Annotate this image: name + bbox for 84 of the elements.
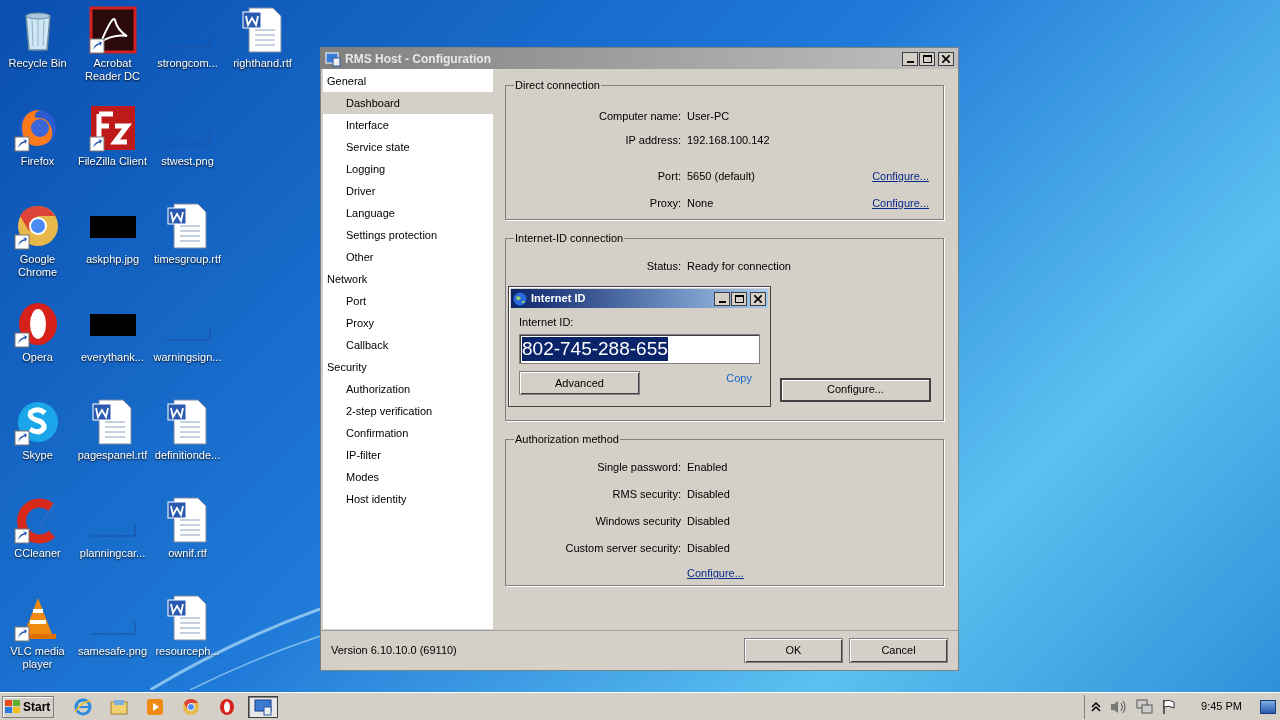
close-button[interactable] [938, 51, 954, 66]
group-title: Authorization method [514, 432, 620, 447]
maximize-button[interactable] [731, 291, 747, 306]
configure-link[interactable]: Configure... [872, 168, 929, 185]
internet-id-field[interactable]: 802-745-288-655 [519, 334, 760, 364]
close-icon [942, 54, 950, 63]
field-value: Disabled [687, 486, 730, 502]
internet-explorer-icon [74, 697, 92, 716]
desktop-icon-label[interactable]: Recycle Bin [0, 57, 75, 70]
desktop-icon-label[interactable]: CCleaner [0, 547, 75, 560]
desktop-icon-label[interactable]: Firefox [0, 155, 75, 168]
show-hidden-icons-icon[interactable] [1091, 700, 1102, 713]
clock: 9:45 PM [1201, 699, 1242, 715]
desktop-icon-label[interactable]: askphp.jpg [75, 253, 150, 266]
field-value: Disabled [687, 513, 730, 529]
flag-icon[interactable] [1161, 698, 1178, 715]
configure-link[interactable]: Configure... [687, 565, 744, 582]
desktop-icon[interactable] [88, 104, 137, 152]
desktop-icon-label[interactable]: Google Chrome [0, 253, 75, 279]
field-label: Proxy: [648, 196, 681, 212]
window-title: RMS Host - Configuration [345, 50, 491, 68]
start-button[interactable]: Start [2, 695, 54, 718]
field-label: Single password: [596, 459, 681, 475]
group-title: Internet-ID connection [514, 231, 625, 246]
close-icon [754, 294, 762, 303]
desktop-icon-label[interactable]: definitionde... [150, 449, 225, 462]
chrome-icon [182, 697, 200, 716]
desktop-icon-label[interactable]: Skype [0, 449, 75, 462]
field-label: Internet ID: [519, 315, 575, 330]
field-value: 5650 (default) [687, 169, 755, 185]
desktop-icon-label[interactable]: planningcar... [75, 547, 150, 560]
minimize-button[interactable] [714, 291, 730, 306]
field-value: Ready for connection [687, 259, 791, 275]
field-value: Enabled [687, 459, 728, 475]
desktop-icon[interactable] [88, 6, 137, 54]
field-label: Windows security [594, 513, 681, 529]
field-value: Disabled [687, 540, 730, 556]
field-label: RMS security: [611, 486, 681, 502]
show-desktop-button[interactable] [1260, 699, 1276, 714]
field-value: None [687, 196, 714, 212]
desktop-icon-label[interactable]: ownif.rtf [150, 547, 225, 560]
desktop-icon-label[interactable]: FileZilla Client [75, 155, 150, 168]
desktop-icon-label[interactable]: Opera [0, 351, 75, 364]
desktop-icon-label[interactable]: strongcom... [150, 57, 225, 70]
folder-icon [110, 697, 128, 716]
field-label: Status: [645, 259, 681, 275]
network-icon[interactable] [1135, 698, 1154, 715]
desktop-icon-label[interactable]: VLC media player [0, 645, 75, 671]
app-icon [325, 50, 341, 67]
field-label: Computer name: [598, 109, 681, 125]
version-label: Version 6.10.10.0 (69110) [331, 643, 457, 659]
desktop-icon-label[interactable]: righthand.rtf [225, 57, 300, 70]
taskbar-button[interactable] [248, 695, 278, 718]
field-label: Custom server security: [564, 540, 681, 556]
desktop-icon-label[interactable]: resourceph... [150, 645, 225, 658]
desktop-icon-label[interactable]: samesafe.png [75, 645, 150, 658]
desktop-icon-label[interactable]: Acrobat Reader DC [75, 57, 150, 83]
media-player-icon [146, 697, 164, 716]
logo-icon [5, 699, 21, 714]
sidebar-item[interactable]: Dashboard [323, 92, 493, 114]
monitor-icon [254, 697, 272, 716]
desktop-icon-label[interactable]: stwest.png [150, 155, 225, 168]
group-title: Direct connection [514, 78, 601, 93]
field-value: User-PC [687, 109, 730, 125]
minimize-button[interactable] [902, 51, 918, 66]
field-label: IP address: [624, 133, 681, 149]
desktop-icon-label[interactable]: pagespanel.rtf [75, 449, 150, 462]
desktop-icon-label[interactable]: warningsign... [150, 351, 225, 364]
desktop-icon-label[interactable]: everythank... [75, 351, 150, 364]
field-value: 192.168.100.142 [687, 133, 770, 149]
close-button[interactable] [750, 291, 766, 306]
opera-icon [218, 697, 236, 716]
maximize-button[interactable] [919, 51, 935, 66]
copy-link[interactable]: Copy [726, 369, 752, 387]
configure-link[interactable]: Configure... [872, 195, 929, 212]
speaker-icon[interactable] [1109, 698, 1128, 715]
dialog-button[interactable]: OK [744, 638, 843, 663]
configure-button[interactable]: Configure... [780, 377, 931, 402]
field-label: Port: [656, 169, 681, 185]
advanced-button[interactable]: Advanced [519, 371, 640, 395]
dialog-title: Internet ID [531, 291, 586, 307]
desktop-icon-label[interactable]: timesgroup.rtf [150, 253, 225, 266]
globe-icon [513, 291, 527, 306]
dialog-button[interactable]: Cancel [849, 638, 948, 663]
